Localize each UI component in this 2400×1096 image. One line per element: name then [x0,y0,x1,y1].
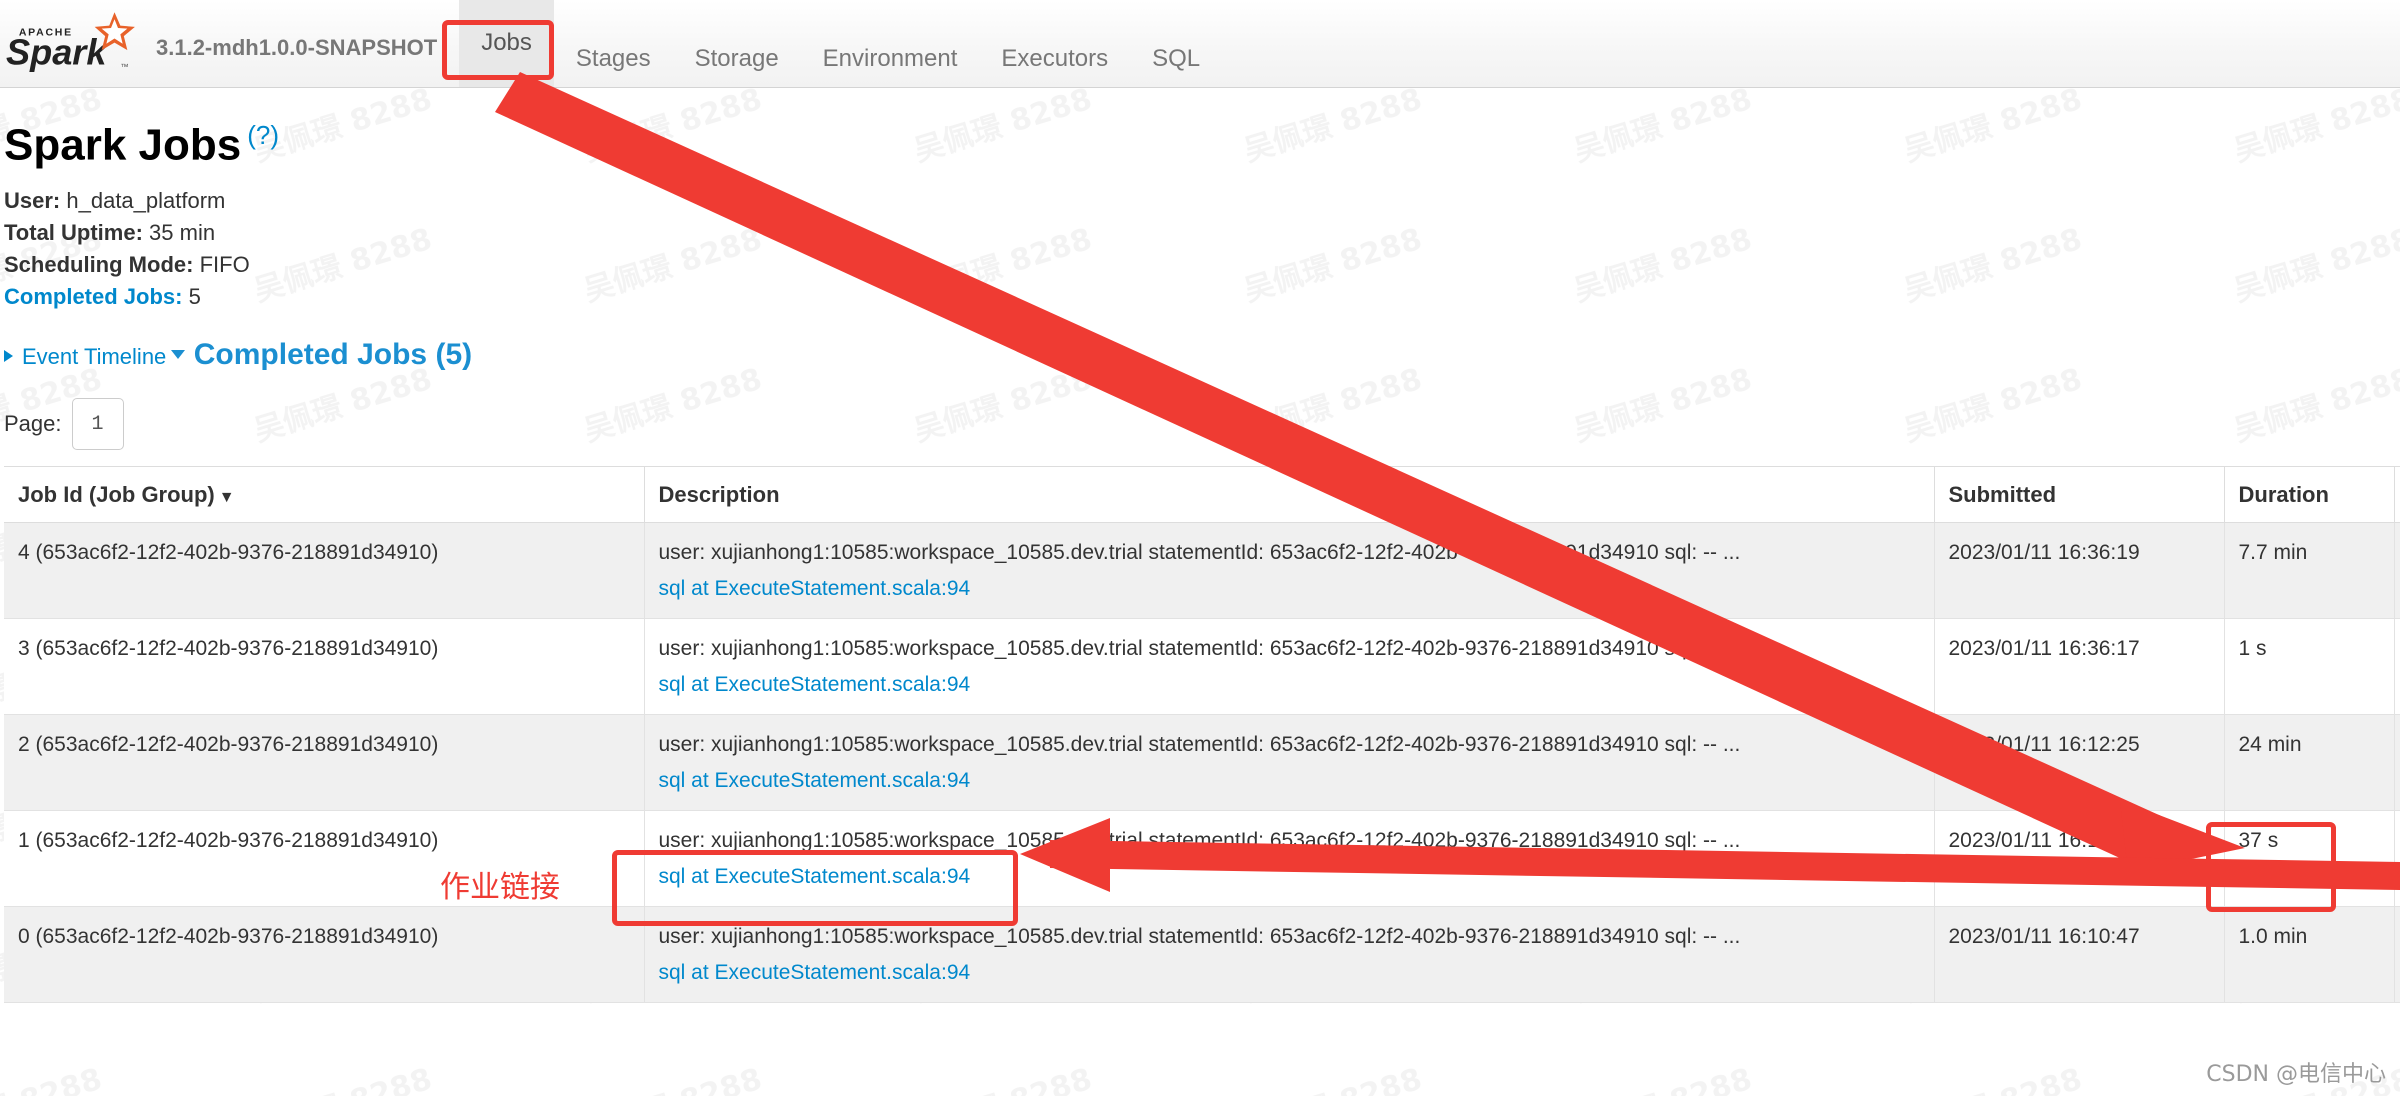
nav-menu: Jobs Stages Storage Environment Executor… [459,0,1222,87]
completed-jobs-toggle[interactable]: Completed Jobs (5) [170,338,473,372]
summary-completed-jobs[interactable]: Completed Jobs: 5 [4,281,2400,313]
table-row: 1 (653ac6f2-12f2-402b-9376-218891d34910)… [4,810,2400,908]
svg-text:Spark: Spark [6,32,108,73]
job-detail-link[interactable]: sql at ExecuteStatement.scala:94 [659,669,971,701]
table-row: 0 (653ac6f2-12f2-402b-9376-218891d34910)… [4,906,2400,1004]
job-detail-link[interactable]: sql at ExecuteStatement.scala:94 [659,957,971,989]
cell-submitted: 2023/01/11 16:36:19 [1934,522,2225,620]
page-number-input[interactable] [71,398,124,451]
summary-scheduling-value: FIFO [199,251,250,277]
column-header-jobid-label: Job Id (Job Group) [18,481,215,507]
description-text: user: xujianhong1:10585:workspace_10585.… [658,541,1741,565]
watermark-tile: 吴佩璟 8288 [1238,1054,1427,1096]
summary-scheduling-label: Scheduling Mode: [4,251,194,277]
column-header-jobid[interactable]: Job Id (Job Group) ▼ [4,466,645,524]
cell-duration: 24 min [2224,714,2395,812]
page-title-text: Spark Jobs [4,120,242,170]
summary-scheduling-mode: Scheduling Mode: FIFO [4,249,2400,281]
cell-description: user: xujianhong1:10585:workspace_10585.… [644,714,1935,812]
summary-uptime-value: 35 min [149,219,216,245]
cell-description: user: xujianhong1:10585:workspace_10585.… [644,906,1935,1004]
cell-duration: 7.7 min [2224,522,2395,620]
help-link-icon[interactable]: (?) [247,120,279,150]
brand[interactable]: APACHE Spark ™ 3.1.2-mdh1.0.0-SNAPSHOT [0,0,437,87]
column-header-duration[interactable]: Duration [2224,466,2395,524]
column-header-description[interactable]: Description [644,466,1935,524]
event-timeline-label: Event Timeline [22,344,167,370]
nav-item-storage[interactable]: Storage [673,33,801,87]
job-detail-link[interactable]: sql at ExecuteStatement.scala:94 [659,765,971,797]
jobs-table-head: Job Id (Job Group) ▼ Description Submitte… [4,466,2400,524]
cell-description: user: xujianhong1:10585:workspace_10585.… [644,810,1935,908]
cell-submitted: 2023/01/11 16:36:17 [1934,618,2225,716]
page-content: Spark Jobs (?) User: h_data_platform Tota… [0,120,2400,1004]
job-detail-link[interactable]: sql at ExecuteStatement.scala:94 [659,861,971,893]
cell-stages: 1/1 [2394,714,2400,812]
summary-user-label: User: [4,187,61,213]
summary-user-value: h_data_platform [66,187,226,213]
column-header-submitted[interactable]: Submitted [1934,466,2225,524]
nav-item-executors[interactable]: Executors [979,33,1130,87]
description-text: user: xujianhong1:10585:workspace_10585.… [658,733,1741,757]
cell-submitted: 2023/01/11 16:11:48 [1934,810,2225,908]
sort-descending-icon: ▼ [218,488,235,506]
cell-job-id: 2 (653ac6f2-12f2-402b-9376-218891d34910) [4,714,645,812]
nav-item-jobs[interactable]: Jobs [459,0,554,87]
cell-submitted: 2023/01/11 16:12:25 [1934,714,2225,812]
jobs-table-body: 4 (653ac6f2-12f2-402b-9376-218891d34910)… [4,522,2400,1004]
cell-duration: 37 s [2224,810,2395,908]
table-row: 4 (653ac6f2-12f2-402b-9376-218891d34910)… [4,522,2400,620]
cell-stages: 1/1 [2394,906,2400,1004]
summary-completed-value: 5 [188,283,201,309]
job-detail-link[interactable]: sql at ExecuteStatement.scala:94 [659,573,971,605]
cell-description: user: xujianhong1:10585:workspace_10585.… [644,618,1935,716]
description-text: user: xujianhong1:10585:workspace_10585.… [658,829,1741,853]
pager-label: Page: [4,411,62,437]
description-text: user: xujianhong1:10585:workspace_10585.… [658,925,1741,949]
cell-job-id: 3 (653ac6f2-12f2-402b-9376-218891d34910) [4,618,645,716]
cell-stages: 1/1 [2394,618,2400,716]
summary-completed-label[interactable]: Completed Jobs: [4,284,182,309]
cell-duration: 1.0 min [2224,906,2395,1004]
watermark-tile: 吴佩璟 8288 [1568,1054,1757,1096]
summary-uptime-label: Total Uptime: [4,219,143,245]
nav-item-environment[interactable]: Environment [801,33,980,87]
watermark-tile: 吴佩璟 8288 [578,1054,767,1096]
watermark-tile: 吴佩璟 8288 [0,1054,106,1096]
cell-job-id: 0 (653ac6f2-12f2-402b-9376-218891d34910) [4,906,645,1004]
navbar: APACHE Spark ™ 3.1.2-mdh1.0.0-SNAPSHOT J… [0,0,2400,88]
cell-duration: 1 s [2224,618,2395,716]
cell-description: user: xujianhong1:10585:workspace_10585.… [644,522,1935,620]
spark-version-label: 3.1.2-mdh1.0.0-SNAPSHOT [156,35,438,60]
watermark-tile: 吴佩璟 8288 [248,1054,437,1096]
svg-text:™: ™ [120,62,128,71]
table-row: 3 (653ac6f2-12f2-402b-9376-218891d34910)… [4,618,2400,716]
nav-item-sql[interactable]: SQL [1130,33,1222,87]
cell-job-id: 1 (653ac6f2-12f2-402b-9376-218891d34910) [4,810,645,908]
summary-uptime: Total Uptime: 35 min [4,217,2400,249]
completed-jobs-label: Completed Jobs (5) [193,338,473,372]
column-header-stages[interactable]: St [2394,466,2400,524]
apache-spark-logo-icon: APACHE Spark ™ [6,12,135,73]
jobs-table: Job Id (Job Group) ▼ Description Submitte… [4,466,2400,1004]
cell-stages: 1/1 [2394,522,2400,620]
pager: Page: [4,398,2400,451]
cell-submitted: 2023/01/11 16:10:47 [1934,906,2225,1004]
summary-user: User: h_data_platform [4,185,2400,217]
watermark-tile: 吴佩璟 8288 [1898,1054,2087,1096]
event-timeline-toggle[interactable]: Event Timeline [4,344,166,370]
table-header-row: Job Id (Job Group) ▼ Description Submitte… [4,466,2400,524]
nav-item-stages[interactable]: Stages [554,33,673,87]
description-text: user: xujianhong1:10585:workspace_10585.… [658,637,1741,661]
chevron-down-icon [170,350,185,360]
csdn-watermark: CSDN @电信中心 [2206,1062,2386,1087]
page-title: Spark Jobs (?) [4,120,2400,170]
cell-job-id: 4 (653ac6f2-12f2-402b-9376-218891d34910) [4,522,645,620]
cell-stages: 1/1 [2394,810,2400,908]
table-row: 2 (653ac6f2-12f2-402b-9376-218891d34910)… [4,714,2400,812]
chevron-right-icon [4,350,13,363]
watermark-tile: 吴佩璟 8288 [908,1054,1097,1096]
